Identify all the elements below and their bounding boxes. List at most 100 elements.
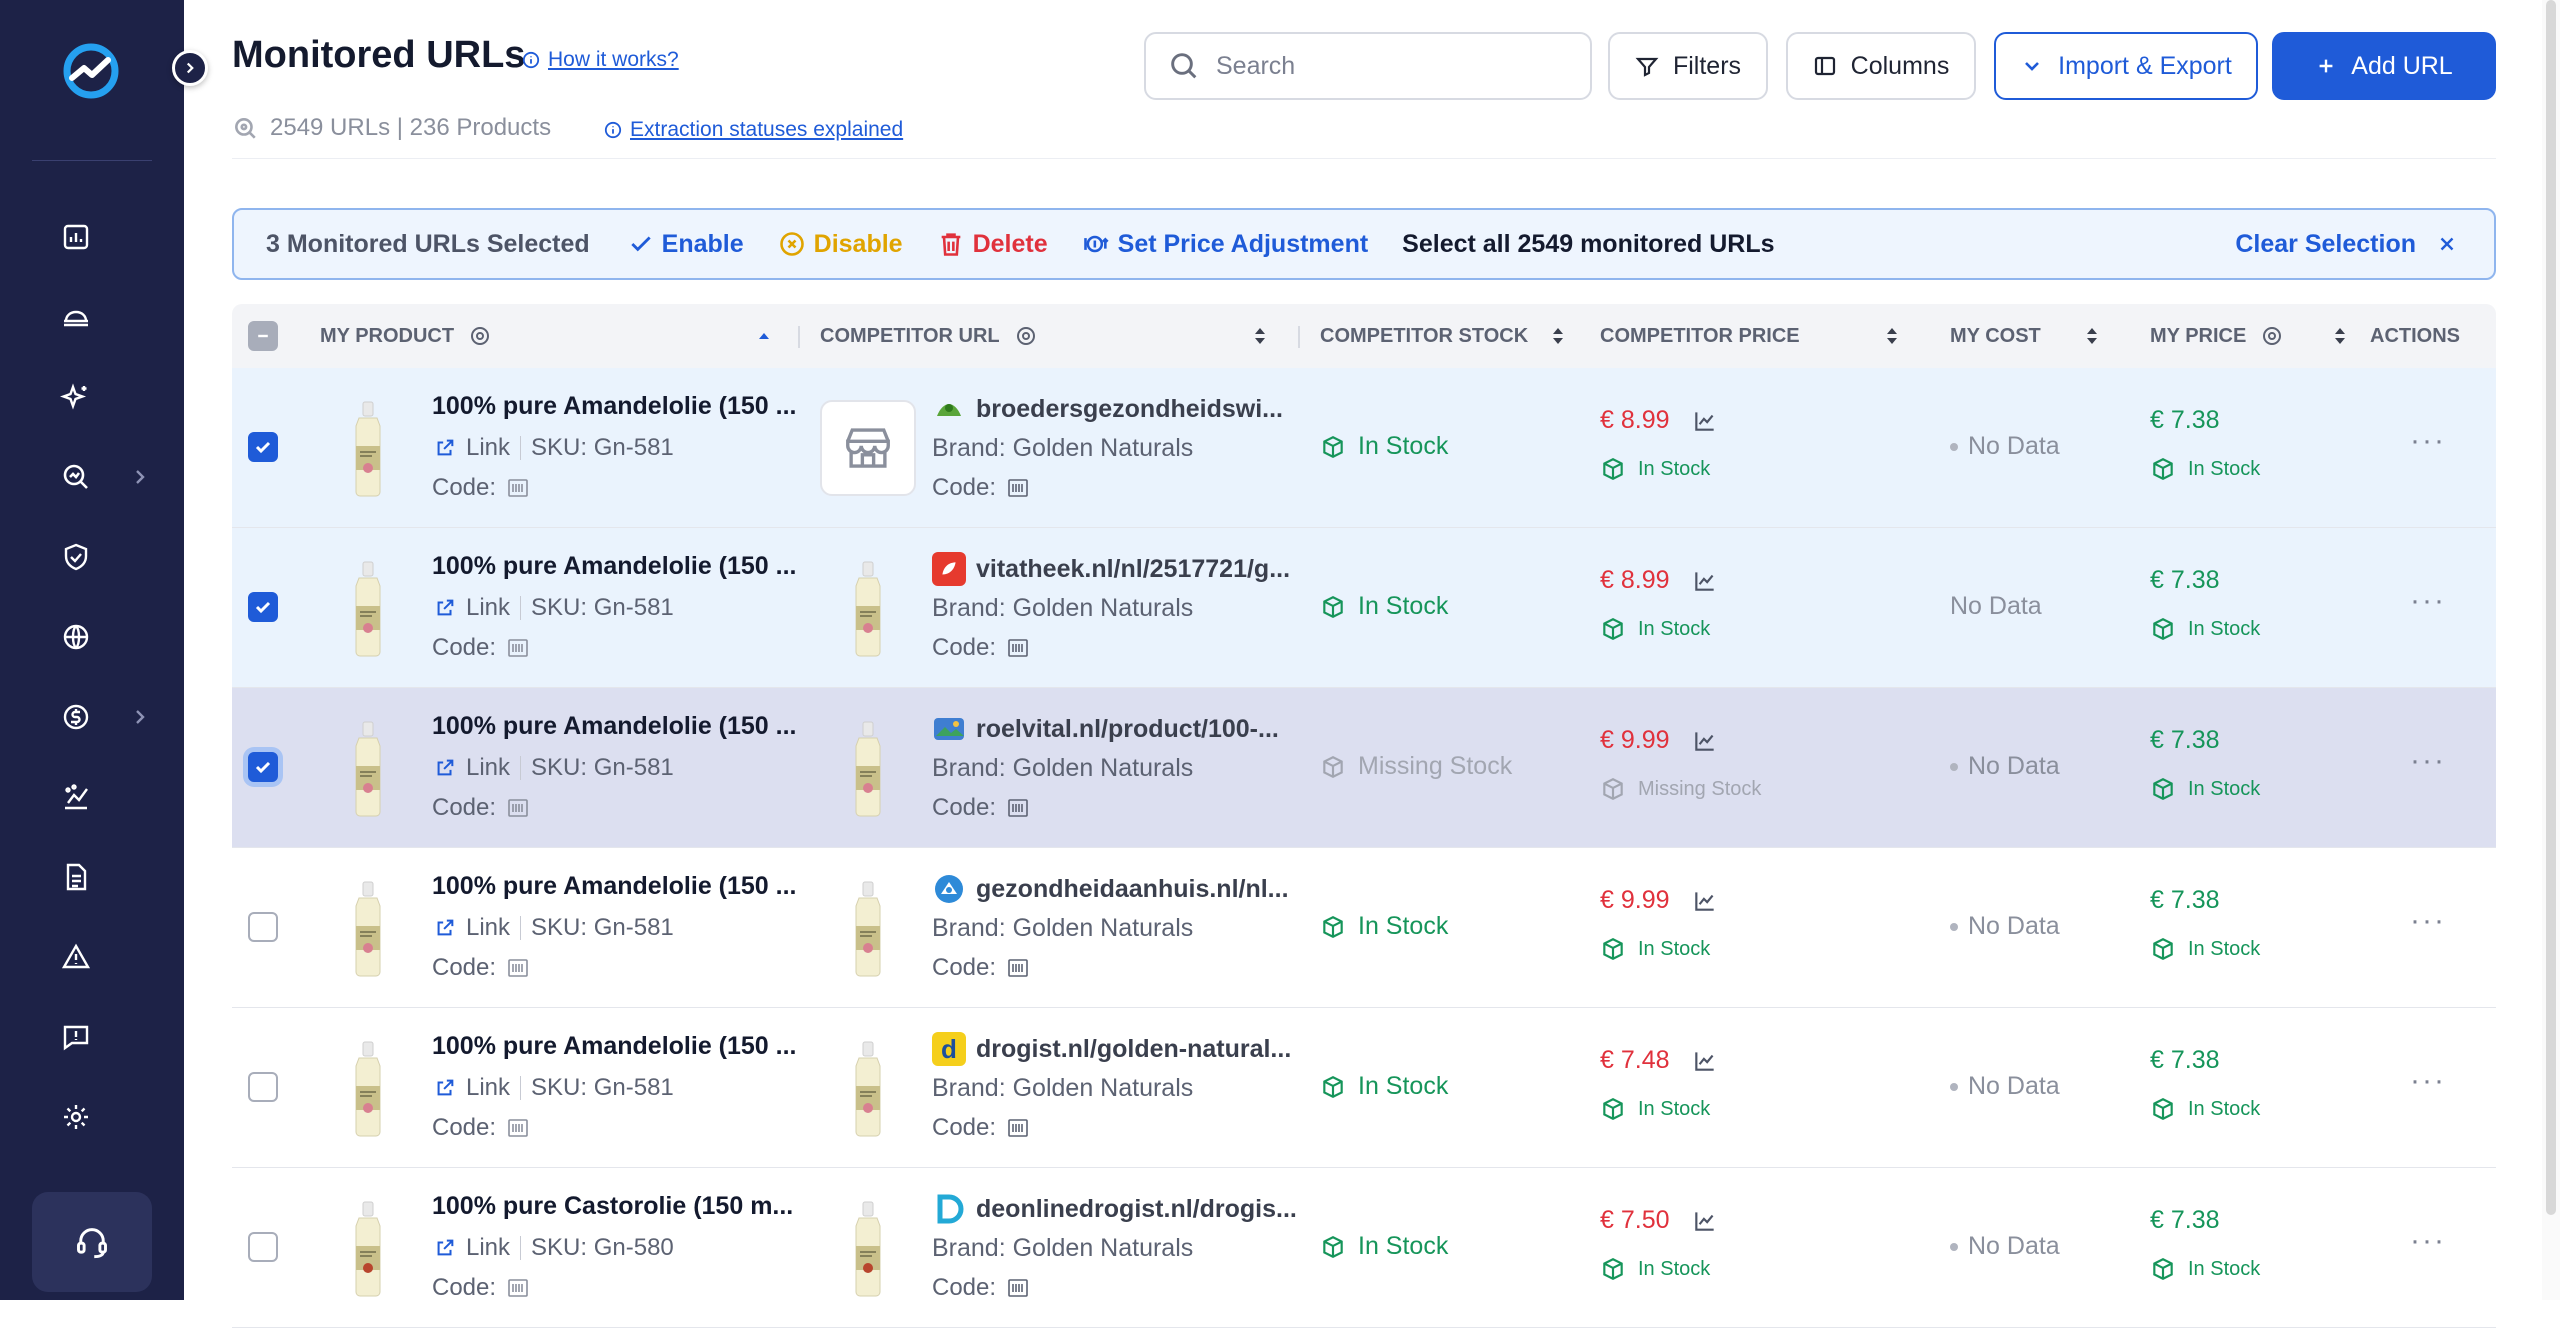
competitor-url[interactable]: d drogist.nl/golden-natural...: [932, 1032, 1291, 1066]
scrollbar-thumb[interactable]: [2546, 0, 2556, 1215]
barcode-icon[interactable]: [1006, 1116, 1030, 1140]
dashboard-icon[interactable]: [56, 217, 96, 257]
price-history-chart-icon[interactable]: [1692, 408, 1718, 434]
row-checkbox-cell[interactable]: [248, 1072, 278, 1102]
disable-button[interactable]: Disable: [778, 230, 903, 259]
row-checkbox[interactable]: [248, 912, 278, 942]
table-row[interactable]: 100% pure Amandelolie (150 ... Link SKU: G…: [232, 1008, 2496, 1168]
pricing-icon[interactable]: [56, 697, 96, 737]
table-row[interactable]: 100% pure Amandelolie (150 ... Link SKU: G…: [232, 848, 2496, 1008]
support-headset-button[interactable]: [32, 1192, 152, 1292]
set-price-adjustment-button[interactable]: Set Price Adjustment: [1082, 230, 1368, 259]
row-checkbox[interactable]: [248, 432, 278, 462]
competitor-url-text[interactable]: broedersgezondheidswi...: [976, 395, 1283, 424]
column-settings-icon[interactable]: [468, 324, 492, 348]
expand-chevron-icon[interactable]: [128, 705, 152, 729]
row-checkbox[interactable]: [248, 1232, 278, 1262]
barcode-icon[interactable]: [506, 476, 530, 500]
competitor-url[interactable]: broedersgezondheidswi...: [932, 392, 1283, 426]
product-name[interactable]: 100% pure Amandelolie (150 ...: [432, 392, 797, 421]
row-actions-menu-button[interactable]: ···: [2410, 584, 2446, 618]
delete-button[interactable]: Delete: [937, 230, 1048, 259]
product-name[interactable]: 100% pure Castorolie (150 m...: [432, 1192, 793, 1221]
competitor-url-text[interactable]: vitatheek.nl/nl/2517721/g...: [976, 555, 1290, 584]
row-checkbox-cell[interactable]: [248, 432, 278, 462]
column-settings-icon[interactable]: [1014, 324, 1038, 348]
barcode-icon[interactable]: [1006, 796, 1030, 820]
enable-button[interactable]: Enable: [628, 230, 744, 259]
sort-icon[interactable]: [2332, 324, 2348, 348]
row-checkbox-cell[interactable]: [248, 912, 278, 942]
barcode-icon[interactable]: [1006, 1276, 1030, 1300]
import-export-button[interactable]: Import & Export: [1994, 32, 2258, 100]
col-competitor-stock[interactable]: COMPETITOR STOCK: [1320, 304, 1528, 368]
sort-icon[interactable]: [2084, 324, 2100, 348]
columns-button[interactable]: Columns: [1786, 32, 1976, 100]
select-all-checkbox[interactable]: [248, 321, 278, 351]
row-checkbox[interactable]: [248, 592, 278, 622]
row-actions-menu-button[interactable]: ···: [2410, 1224, 2446, 1258]
how-it-works-link[interactable]: How it works?: [522, 48, 679, 72]
product-name[interactable]: 100% pure Amandelolie (150 ...: [432, 552, 797, 581]
row-actions-menu-button[interactable]: ···: [2410, 904, 2446, 938]
products-icon[interactable]: [56, 297, 96, 337]
search-input[interactable]: [1216, 51, 1556, 81]
product-name[interactable]: 100% pure Amandelolie (150 ...: [432, 872, 797, 901]
col-my-price[interactable]: MY PRICE: [2150, 304, 2284, 368]
table-row[interactable]: 100% pure Amandelolie (150 ... Link SKU: G…: [232, 368, 2496, 528]
ai-sparkle-icon[interactable]: [56, 377, 96, 417]
table-row[interactable]: 100% pure Amandelolie (150 ... Link SKU: G…: [232, 528, 2496, 688]
barcode-icon[interactable]: [506, 956, 530, 980]
page-scrollbar[interactable]: [2542, 0, 2560, 1300]
row-checkbox-cell[interactable]: [248, 752, 278, 782]
column-settings-icon[interactable]: [2260, 324, 2284, 348]
col-competitor-url[interactable]: COMPETITOR URL: [820, 304, 1038, 368]
price-history-chart-icon[interactable]: [1692, 1048, 1718, 1074]
product-link[interactable]: Link: [466, 754, 510, 782]
product-link[interactable]: Link: [466, 1234, 510, 1262]
extraction-statuses-link[interactable]: Extraction statuses explained: [604, 118, 903, 142]
monitoring-search-icon[interactable]: [56, 457, 96, 497]
reports-icon[interactable]: [56, 857, 96, 897]
competitor-url[interactable]: gezondheidaanhuis.nl/nl...: [932, 872, 1289, 906]
search-box[interactable]: [1144, 32, 1592, 100]
barcode-icon[interactable]: [506, 1276, 530, 1300]
row-actions-menu-button[interactable]: ···: [2410, 424, 2446, 458]
sort-icon[interactable]: [1252, 324, 1268, 348]
row-actions-menu-button[interactable]: ···: [2410, 744, 2446, 778]
barcode-icon[interactable]: [1006, 956, 1030, 980]
barcode-icon[interactable]: [1006, 636, 1030, 660]
shield-check-icon[interactable]: [56, 537, 96, 577]
analytics-icon[interactable]: [56, 777, 96, 817]
competitor-url-text[interactable]: roelvital.nl/product/100-...: [976, 715, 1279, 744]
price-history-chart-icon[interactable]: [1692, 728, 1718, 754]
table-row[interactable]: 100% pure Amandelolie (150 ... Link SKU: G…: [232, 688, 2496, 848]
product-link[interactable]: Link: [466, 914, 510, 942]
competitor-url-text[interactable]: gezondheidaanhuis.nl/nl...: [976, 875, 1289, 904]
price-history-chart-icon[interactable]: [1692, 1208, 1718, 1234]
product-name[interactable]: 100% pure Amandelolie (150 ...: [432, 1032, 797, 1061]
competitor-url-text[interactable]: drogist.nl/golden-natural...: [976, 1035, 1291, 1064]
select-all-link[interactable]: Select all 2549 monitored URLs: [1402, 230, 1774, 259]
add-url-button[interactable]: Add URL: [2272, 32, 2496, 100]
row-checkbox-cell[interactable]: [248, 592, 278, 622]
barcode-icon[interactable]: [506, 1116, 530, 1140]
row-checkbox[interactable]: [248, 1072, 278, 1102]
sort-asc-icon[interactable]: [756, 328, 772, 344]
product-link[interactable]: Link: [466, 1074, 510, 1102]
alert-icon[interactable]: [56, 937, 96, 977]
barcode-icon[interactable]: [1006, 476, 1030, 500]
globe-icon[interactable]: [56, 617, 96, 657]
table-row[interactable]: 100% pure Castorolie (150 m... Link SKU: G…: [232, 1168, 2496, 1328]
product-link[interactable]: Link: [466, 434, 510, 462]
expand-chevron-icon[interactable]: [128, 465, 152, 489]
competitor-url[interactable]: deonlinedrogist.nl/drogis...: [932, 1192, 1297, 1226]
sidebar-collapse-button[interactable]: [172, 50, 208, 86]
sort-icon[interactable]: [1884, 324, 1900, 348]
competitor-url[interactable]: roelvital.nl/product/100-...: [932, 712, 1279, 746]
settings-gear-icon[interactable]: [56, 1097, 96, 1137]
competitor-url[interactable]: vitatheek.nl/nl/2517721/g...: [932, 552, 1290, 586]
row-actions-menu-button[interactable]: ···: [2410, 1064, 2446, 1098]
product-link[interactable]: Link: [466, 594, 510, 622]
row-checkbox-cell[interactable]: [248, 1232, 278, 1262]
